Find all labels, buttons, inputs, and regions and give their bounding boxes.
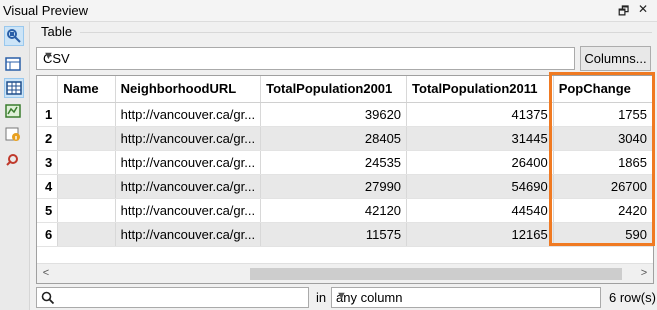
cell-pop2011[interactable]: 26400 xyxy=(406,150,554,175)
window-title: Visual Preview xyxy=(3,3,89,18)
chevron-down-icon: ▼ xyxy=(43,50,54,62)
column-header-totalpopulation2001[interactable]: TotalPopulation2001 xyxy=(260,76,408,103)
inspect-icon[interactable] xyxy=(4,26,24,46)
cell-popchange[interactable]: 26700 xyxy=(553,174,653,199)
table-row[interactable]: 5 http://vancouver.ca/gr... 42120 44540 … xyxy=(37,198,653,223)
search-icon xyxy=(41,291,55,305)
chevron-down-icon: ▼ xyxy=(336,290,347,302)
cell-popchange[interactable]: 1755 xyxy=(553,102,653,127)
column-header-popchange[interactable]: PopChange xyxy=(553,76,653,103)
close-icon[interactable]: ✕ xyxy=(638,2,648,16)
column-header-totalpopulation2011[interactable]: TotalPopulation2011 xyxy=(406,76,554,103)
search-input[interactable] xyxy=(36,287,309,308)
data-table[interactable]: Name NeighborhoodURL TotalPopulation2001… xyxy=(36,75,654,284)
horizontal-scrollbar[interactable]: < > xyxy=(37,263,653,283)
row-count: 6 row(s) xyxy=(609,290,656,305)
cell-name[interactable] xyxy=(57,126,116,151)
cell-name[interactable] xyxy=(57,102,116,127)
table-row[interactable]: 4 http://vancouver.ca/gr... 27990 54690 … xyxy=(37,174,653,199)
info-icon[interactable] xyxy=(4,125,24,145)
row-number[interactable]: 5 xyxy=(37,198,59,223)
cell-name[interactable] xyxy=(57,174,116,199)
panel-icon[interactable] xyxy=(4,55,24,75)
cell-url[interactable]: http://vancouver.ca/gr... xyxy=(115,198,262,223)
row-header-corner xyxy=(37,76,59,103)
table-row[interactable]: 2 http://vancouver.ca/gr... 28405 31445 … xyxy=(37,126,653,151)
cell-popchange[interactable]: 1865 xyxy=(553,150,653,175)
cell-pop2001[interactable]: 27990 xyxy=(260,174,408,199)
cell-pop2011[interactable]: 54690 xyxy=(406,174,554,199)
cell-name[interactable] xyxy=(57,222,116,247)
table-icon[interactable] xyxy=(4,78,24,98)
window-titlebar: Visual Preview 🗗 ✕ xyxy=(0,0,657,22)
search-in-label: in xyxy=(316,290,327,305)
column-header-neighborhoodurl[interactable]: NeighborhoodURL xyxy=(115,76,262,103)
cell-name[interactable] xyxy=(57,150,116,175)
cell-pop2011[interactable]: 12165 xyxy=(406,222,554,247)
cell-pop2001[interactable]: 42120 xyxy=(260,198,408,223)
cell-pop2001[interactable]: 11575 xyxy=(260,222,408,247)
restore-icon[interactable]: 🗗 xyxy=(618,2,629,23)
table-header-row: Name NeighborhoodURL TotalPopulation2001… xyxy=(37,76,653,103)
cell-url[interactable]: http://vancouver.ca/gr... xyxy=(115,150,262,175)
cell-pop2011[interactable]: 44540 xyxy=(406,198,554,223)
cell-url[interactable]: http://vancouver.ca/gr... xyxy=(115,174,262,199)
table-section-label: Table xyxy=(41,24,73,39)
cell-url[interactable]: http://vancouver.ca/gr... xyxy=(115,126,262,151)
cell-pop2001[interactable]: 24535 xyxy=(260,150,408,175)
cell-name[interactable] xyxy=(57,198,116,223)
row-number[interactable]: 4 xyxy=(37,174,59,199)
map-icon[interactable] xyxy=(4,102,24,122)
table-row[interactable]: 6 http://vancouver.ca/gr... 11575 12165 … xyxy=(37,222,653,247)
cell-url[interactable]: http://vancouver.ca/gr... xyxy=(115,102,262,127)
section-divider xyxy=(80,32,652,33)
cell-popchange[interactable]: 3040 xyxy=(553,126,653,151)
table-row[interactable]: 3 http://vancouver.ca/gr... 24535 26400 … xyxy=(37,150,653,175)
cell-popchange[interactable]: 590 xyxy=(553,222,653,247)
row-number[interactable]: 6 xyxy=(37,222,59,247)
cell-popchange[interactable]: 2420 xyxy=(553,198,653,223)
settings-icon[interactable] xyxy=(4,150,24,170)
format-select[interactable]: CSV ▼ xyxy=(36,47,575,70)
row-number[interactable]: 3 xyxy=(37,150,59,175)
scrollbar-thumb[interactable] xyxy=(250,268,622,280)
table-row[interactable]: 1 http://vancouver.ca/gr... 39620 41375 … xyxy=(37,102,653,127)
cell-pop2011[interactable]: 31445 xyxy=(406,126,554,151)
search-column-select[interactable]: any column ▼ xyxy=(331,287,601,308)
row-number[interactable]: 1 xyxy=(37,102,59,127)
row-number[interactable]: 2 xyxy=(37,126,59,151)
cell-pop2001[interactable]: 39620 xyxy=(260,102,408,127)
cell-url[interactable]: http://vancouver.ca/gr... xyxy=(115,222,262,247)
cell-pop2001[interactable]: 28405 xyxy=(260,126,408,151)
column-header-name[interactable]: Name xyxy=(57,76,116,103)
columns-button[interactable]: Columns... xyxy=(580,46,651,71)
scroll-left-icon[interactable]: < xyxy=(39,267,53,279)
scroll-right-icon[interactable]: > xyxy=(637,267,651,279)
side-toolbar xyxy=(0,22,30,310)
cell-pop2011[interactable]: 41375 xyxy=(406,102,554,127)
